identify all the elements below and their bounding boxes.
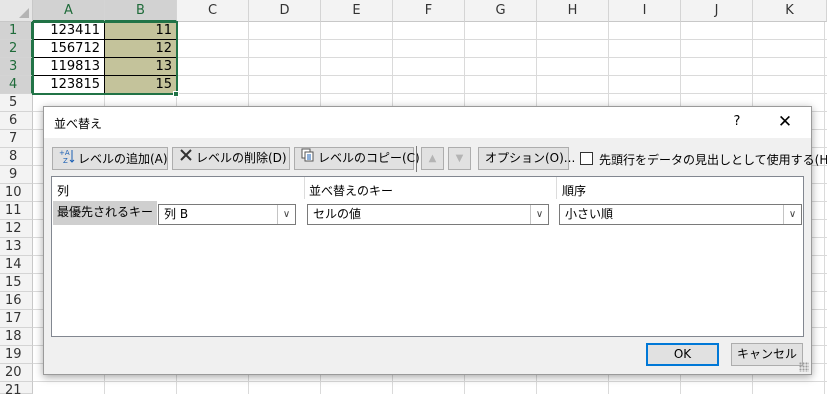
sort-on-value: セルの値	[313, 207, 362, 221]
copy-level-button[interactable]: レベルのコピー(C)	[294, 147, 420, 170]
column-header-c[interactable]: C	[177, 0, 249, 22]
chevron-down-icon[interactable]: ∨	[277, 205, 295, 224]
select-all-corner[interactable]	[0, 0, 33, 22]
row-header-2[interactable]: 2	[0, 40, 33, 58]
resize-grip-icon[interactable]	[799, 362, 809, 372]
sort-column-value: 列 B	[164, 207, 189, 221]
row-header-15[interactable]: 15	[0, 274, 33, 292]
ok-button[interactable]: OK	[646, 343, 719, 366]
row-header-10[interactable]: 10	[0, 184, 33, 202]
column-header-g[interactable]: G	[465, 0, 537, 22]
cancel-button[interactable]: キャンセル	[731, 343, 803, 366]
dialog-titlebar[interactable]: 並べ替え ? ✕	[44, 107, 811, 138]
column-caption: 列	[57, 184, 70, 198]
column-header-j[interactable]: J	[681, 0, 753, 22]
caption-divider	[556, 177, 557, 199]
row-header-5[interactable]: 5	[0, 94, 33, 112]
order-select[interactable]: 小さい順 ∨	[559, 204, 802, 225]
column-header-e[interactable]: E	[321, 0, 393, 22]
order-caption: 順序	[562, 184, 587, 198]
column-header-b[interactable]: B	[105, 0, 177, 22]
sort-level-list: 列 並べ替えのキー 順序 最優先されるキー 列 B ∨ セルの値 ∨ 小さい順 …	[51, 176, 804, 337]
column-header-h[interactable]: H	[537, 0, 609, 22]
sort-level-label[interactable]: 最優先されるキー	[53, 201, 157, 225]
cell-b3[interactable]: 13	[105, 58, 177, 76]
delete-level-label: レベルの削除(D)	[196, 151, 287, 165]
arrow-up-icon: ▲	[428, 153, 437, 164]
sort-column-select[interactable]: 列 B ∨	[158, 204, 296, 225]
column-header-f[interactable]: F	[393, 0, 465, 22]
chevron-down-icon[interactable]: ∨	[530, 205, 548, 224]
cell-a4[interactable]: 123815	[33, 76, 105, 94]
copy-icon	[301, 148, 315, 169]
row-header-1[interactable]: 1	[0, 22, 33, 40]
cell-b1[interactable]: 11	[105, 22, 177, 40]
column-header-d[interactable]: D	[249, 0, 321, 22]
help-button[interactable]: ?	[727, 112, 747, 132]
row-header-3[interactable]: 3	[0, 58, 33, 76]
move-down-button[interactable]: ▼	[448, 147, 471, 170]
row-header-20[interactable]: 20	[0, 364, 33, 382]
row-header-7[interactable]: 7	[0, 130, 33, 148]
chevron-down-icon[interactable]: ∨	[783, 205, 801, 224]
caption-divider	[304, 177, 305, 199]
header-row-checkbox[interactable]	[580, 152, 593, 165]
row-header-6[interactable]: 6	[0, 112, 33, 130]
column-header-k[interactable]: K	[753, 0, 827, 22]
move-up-button[interactable]: ▲	[421, 147, 444, 170]
row-header-9[interactable]: 9	[0, 166, 33, 184]
add-level-icon: +A Z	[59, 148, 75, 171]
sort-dialog: 並べ替え ? ✕ +A Z レベルの追加(A) レベルの削除(D) レベルのコピー…	[43, 106, 827, 375]
row-header-16[interactable]: 16	[0, 292, 33, 310]
delete-x-icon	[179, 148, 193, 169]
cell-b2[interactable]: 12	[105, 40, 177, 58]
options-button[interactable]: オプション(O)...	[478, 147, 575, 170]
add-level-label: レベルの追加(A)	[78, 152, 168, 166]
row-header-19[interactable]: 19	[0, 346, 33, 364]
row-header-21[interactable]: 21	[0, 382, 33, 398]
header-row-checkbox-label[interactable]: 先頭行をデータの見出しとして使用する(H)	[599, 151, 827, 168]
column-header-i[interactable]: I	[609, 0, 681, 22]
fill-handle[interactable]	[173, 91, 179, 97]
row-header-14[interactable]: 14	[0, 256, 33, 274]
add-level-button[interactable]: +A Z レベルの追加(A)	[52, 147, 168, 170]
row-header-4[interactable]: 4	[0, 76, 33, 94]
dialog-title: 並べ替え	[54, 117, 103, 131]
cell-b4[interactable]: 15	[105, 76, 177, 94]
svg-text:Z: Z	[63, 157, 68, 164]
close-button[interactable]: ✕	[773, 110, 797, 134]
delete-level-button[interactable]: レベルの削除(D)	[172, 147, 290, 170]
row-header-8[interactable]: 8	[0, 148, 33, 166]
row-header-17[interactable]: 17	[0, 310, 33, 328]
svg-text:+A: +A	[59, 149, 70, 157]
column-header-a[interactable]: A	[33, 0, 105, 22]
options-label: オプション(O)...	[485, 151, 576, 165]
cell-a3[interactable]: 119813	[33, 58, 105, 76]
row-header-11[interactable]: 11	[0, 202, 33, 220]
row-header-13[interactable]: 13	[0, 238, 33, 256]
sort-on-select[interactable]: セルの値 ∨	[307, 204, 549, 225]
row-header-18[interactable]: 18	[0, 328, 33, 346]
cell-a1[interactable]: 123411	[33, 22, 105, 40]
sort-on-caption: 並べ替えのキー	[309, 184, 394, 198]
order-value: 小さい順	[565, 207, 614, 221]
cell-a2[interactable]: 156712	[33, 40, 105, 58]
row-header-12[interactable]: 12	[0, 220, 33, 238]
copy-level-label: レベルのコピー(C)	[318, 151, 420, 165]
toolbar-separator	[416, 146, 417, 172]
arrow-down-icon: ▼	[455, 153, 464, 164]
